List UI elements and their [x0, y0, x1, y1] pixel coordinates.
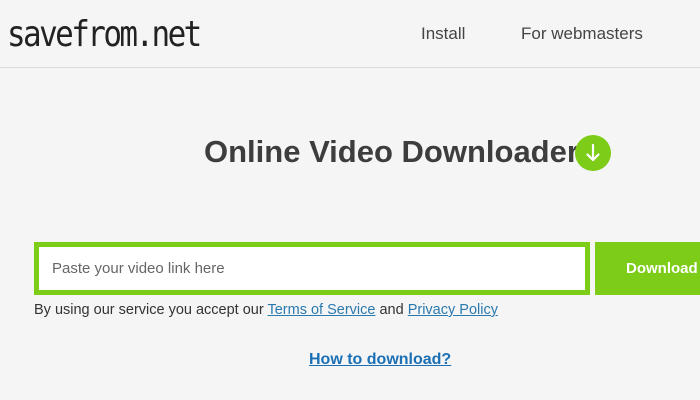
how-to-download-link[interactable]: How to download?: [309, 351, 451, 369]
nav-install-link[interactable]: Install: [421, 24, 465, 44]
download-button[interactable]: Download: [595, 242, 700, 295]
search-box: [34, 242, 590, 295]
arrow-down-circle-icon: [575, 135, 611, 171]
nav-webmasters-link[interactable]: For webmasters: [521, 24, 643, 44]
site-logo[interactable]: savefrom.net: [7, 14, 202, 55]
privacy-policy-link[interactable]: Privacy Policy: [408, 302, 498, 318]
terms-notice: By using our service you accept our Term…: [34, 302, 498, 318]
terms-prefix-text: By using our service you accept our: [34, 302, 268, 318]
page-title: Online Video Downloader: [204, 134, 579, 169]
site-header: savefrom.net Install For webmasters: [0, 0, 700, 68]
terms-of-service-link[interactable]: Terms of Service: [267, 302, 375, 318]
video-link-input[interactable]: [39, 247, 585, 290]
terms-middle-text: and: [375, 302, 408, 318]
